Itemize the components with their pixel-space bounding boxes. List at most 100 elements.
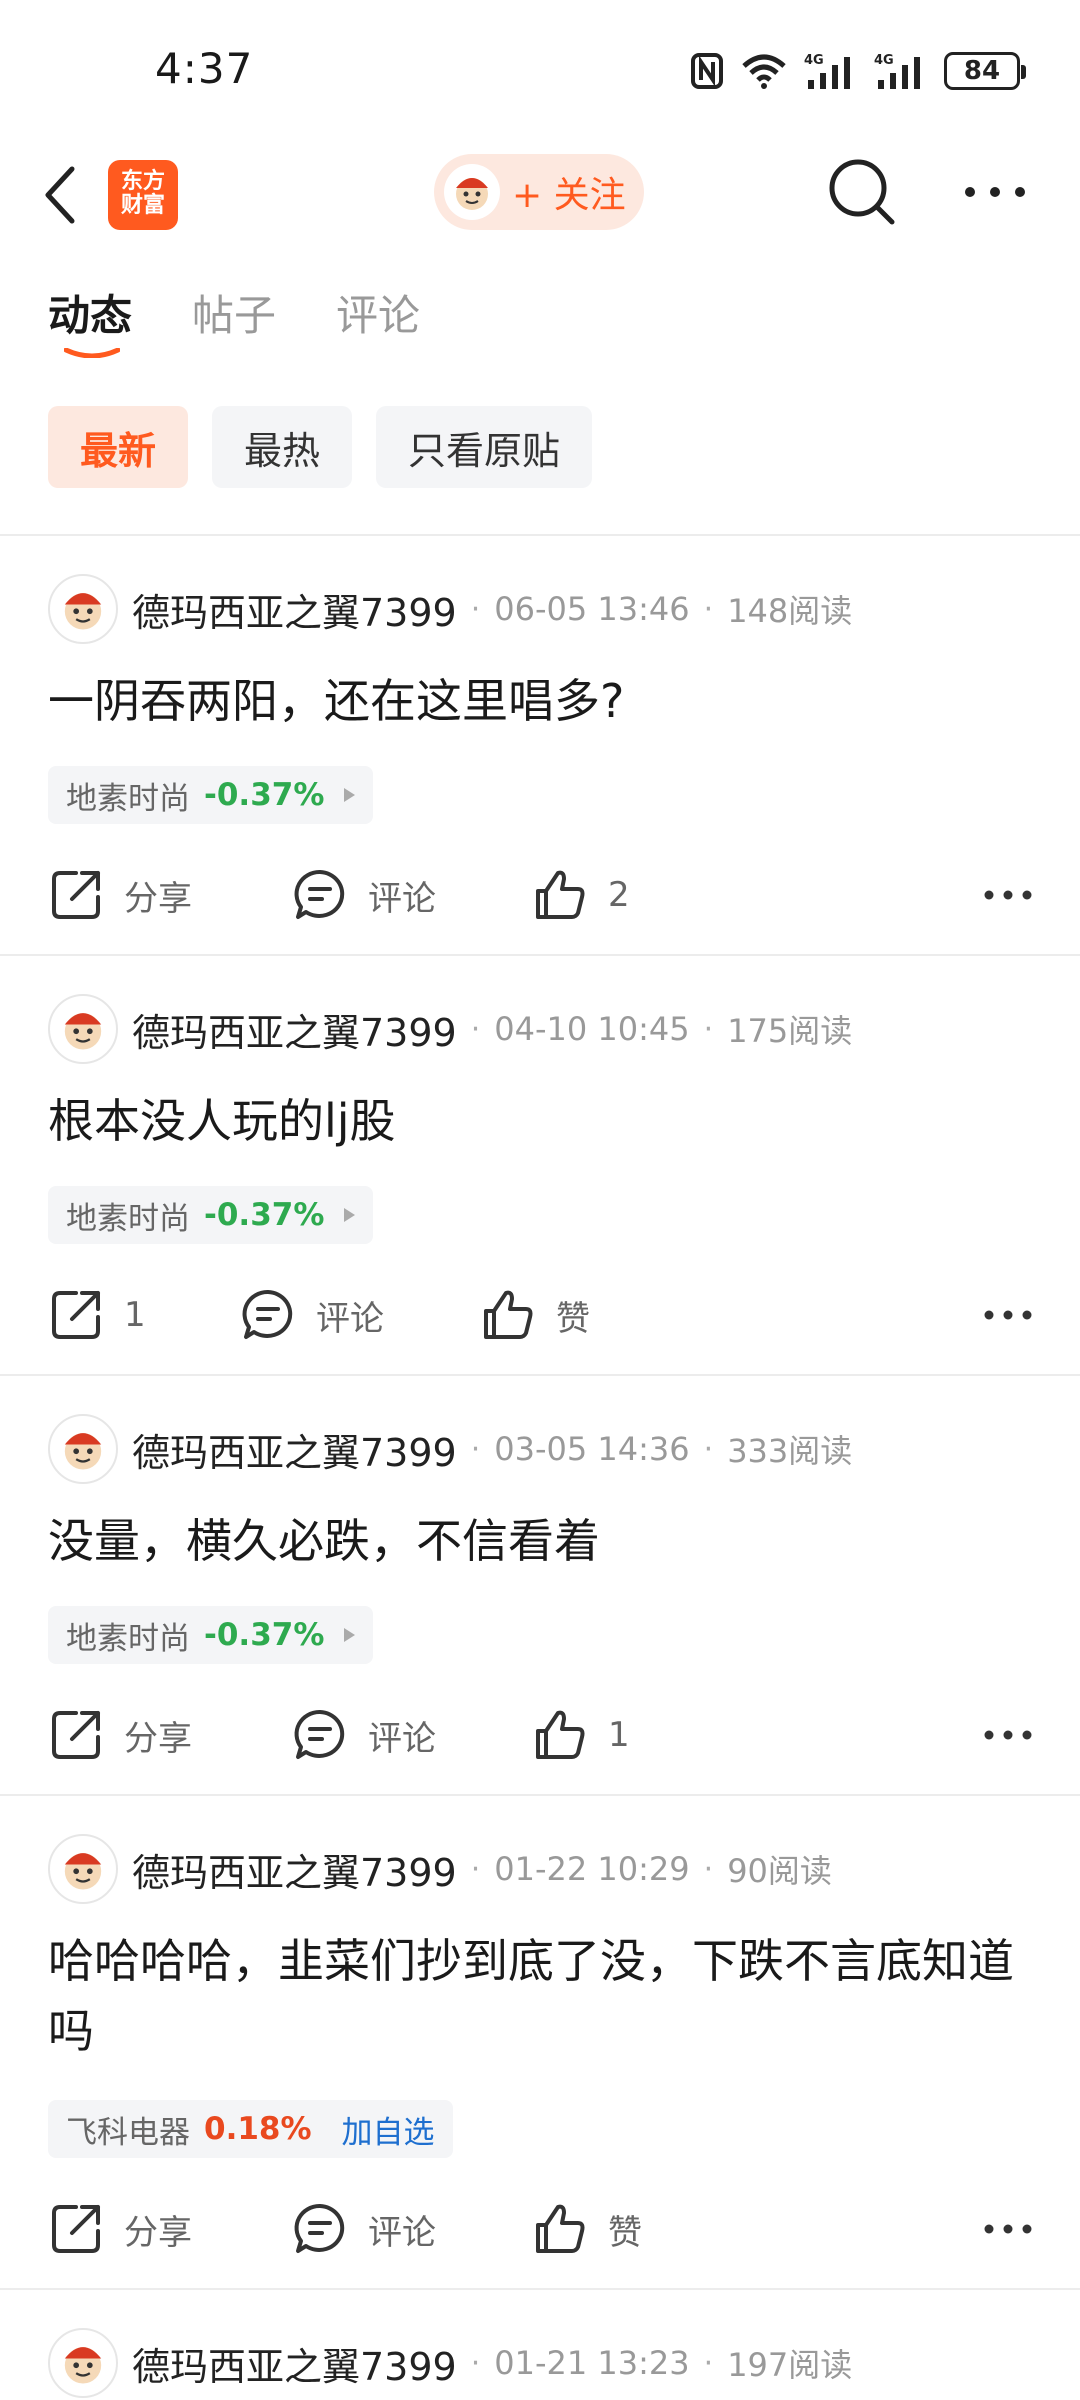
wifi-icon bbox=[742, 54, 786, 89]
add-to-watchlist-button[interactable]: 加自选 bbox=[342, 2107, 435, 2152]
more-horizontal-icon bbox=[984, 1310, 1032, 1320]
mascot-icon bbox=[64, 1433, 102, 1470]
logo-line1: 东方 bbox=[120, 169, 165, 194]
search-button[interactable] bbox=[826, 156, 898, 228]
stock-name: 飞科电器 bbox=[66, 2114, 190, 2151]
filter-bar: 最新 最热 只看原贴 bbox=[48, 406, 593, 488]
comment-button[interactable]: 评论 bbox=[292, 2194, 436, 2264]
like-button[interactable]: 2 bbox=[532, 860, 630, 930]
thumbs-up-icon bbox=[484, 1290, 533, 1339]
read-count: 175阅读 bbox=[727, 1012, 853, 1050]
share-label: 分享 bbox=[124, 1718, 192, 1759]
meta-separator: · bbox=[703, 1011, 714, 1047]
more-horizontal-icon bbox=[984, 2224, 1032, 2234]
comment-label: 评论 bbox=[368, 2212, 436, 2253]
share-button[interactable]: 分享 bbox=[48, 860, 192, 930]
caret-right-icon bbox=[344, 788, 356, 802]
like-button[interactable]: 1 bbox=[532, 1700, 630, 1770]
tab-comments[interactable]: 评论 bbox=[336, 282, 420, 362]
post-feed: 德玛西亚之翼7399 · 06-05 13:46 · 148阅读 一阴吞两阳，还… bbox=[0, 534, 1080, 2400]
thumbs-up-icon bbox=[536, 870, 585, 919]
stock-tag[interactable]: 地素时尚 -0.37% bbox=[48, 1186, 374, 1244]
share-button[interactable]: 1 bbox=[48, 1280, 146, 1350]
comment-label: 评论 bbox=[316, 1298, 384, 1339]
share-icon bbox=[52, 1711, 100, 1759]
share-button[interactable]: 分享 bbox=[48, 1700, 192, 1770]
post-more-button[interactable] bbox=[978, 860, 1038, 930]
username[interactable]: 德玛西亚之翼7399 bbox=[132, 1422, 457, 1477]
stock-tag[interactable]: 地素时尚 -0.37% bbox=[48, 766, 374, 824]
more-menu-button[interactable] bbox=[960, 156, 1030, 228]
post-title[interactable]: 没量，横久必跌，不信看着 bbox=[48, 1506, 1038, 1576]
meta-separator: · bbox=[703, 2345, 714, 2381]
post-more-button[interactable] bbox=[978, 2194, 1038, 2264]
tab-activity[interactable]: 动态 bbox=[48, 282, 132, 362]
app-header: 东方 财富 + 关注 bbox=[0, 140, 1080, 250]
share-icon bbox=[52, 2205, 100, 2253]
meta-separator: · bbox=[703, 1851, 714, 1887]
username[interactable]: 德玛西亚之翼7399 bbox=[132, 2336, 457, 2391]
user-avatar[interactable] bbox=[48, 994, 118, 1064]
username[interactable]: 德玛西亚之翼7399 bbox=[132, 1842, 457, 1897]
post-more-button[interactable] bbox=[978, 1280, 1038, 1350]
post-item[interactable]: 德玛西亚之翼7399 · 03-05 14:36 · 333阅读 没量，横久必跌… bbox=[0, 1376, 1080, 1796]
svg-text:4G: 4G bbox=[874, 53, 894, 68]
filter-latest[interactable]: 最新 bbox=[48, 406, 189, 488]
back-button[interactable] bbox=[42, 162, 92, 228]
comment-label: 评论 bbox=[368, 878, 436, 919]
mascot-icon bbox=[64, 2347, 102, 2384]
user-avatar[interactable] bbox=[48, 2328, 118, 2398]
like-label: 赞 bbox=[608, 2212, 642, 2253]
post-header: 德玛西亚之翼7399 · 04-10 10:45 · 175阅读 bbox=[48, 994, 852, 1064]
post-item[interactable]: 德玛西亚之翼7399 · 01-21 13:23 · 197阅读 bbox=[0, 2290, 1080, 2400]
mascot-icon bbox=[64, 1013, 102, 1050]
user-avatar[interactable] bbox=[48, 574, 118, 644]
post-item[interactable]: 德玛西亚之翼7399 · 06-05 13:46 · 148阅读 一阴吞两阳，还… bbox=[0, 536, 1080, 956]
post-title[interactable]: 一阴吞两阳，还在这里唱多? bbox=[48, 666, 1038, 736]
status-time: 4:37 bbox=[155, 44, 254, 93]
post-header: 德玛西亚之翼7399 · 01-21 13:23 · 197阅读 bbox=[48, 2328, 852, 2398]
meta-separator: · bbox=[470, 2345, 481, 2381]
comment-button[interactable]: 评论 bbox=[292, 860, 436, 930]
read-count: 333阅读 bbox=[727, 1432, 853, 1470]
post-title[interactable]: 哈哈哈哈，韭菜们抄到底了没，下跌不言底知道吗 bbox=[48, 1926, 1038, 2066]
like-button[interactable]: 赞 bbox=[532, 2194, 642, 2264]
post-date: 04-10 10:45 bbox=[494, 1010, 690, 1048]
avatar bbox=[444, 164, 500, 220]
like-button[interactable]: 赞 bbox=[480, 1280, 590, 1350]
mascot-icon bbox=[456, 178, 488, 210]
stock-change: -0.37% bbox=[204, 1197, 325, 1233]
tab-posts[interactable]: 帖子 bbox=[192, 282, 276, 362]
post-actions: 1 评论 赞 bbox=[48, 1280, 1038, 1350]
comment-button[interactable]: 评论 bbox=[292, 1700, 436, 1770]
post-title[interactable]: 根本没人玩的lj股 bbox=[48, 1086, 1038, 1156]
post-more-button[interactable] bbox=[978, 1700, 1038, 1770]
caret-right-icon bbox=[344, 1628, 356, 1642]
post-actions: 分享 评论 赞 bbox=[48, 2194, 1038, 2264]
user-avatar[interactable] bbox=[48, 1834, 118, 1904]
more-horizontal-icon bbox=[984, 890, 1032, 900]
stock-tag[interactable]: 飞科电器 0.18% 加自选 bbox=[48, 2100, 453, 2158]
comment-button[interactable]: 评论 bbox=[240, 1280, 384, 1350]
like-label: 1 bbox=[608, 1715, 630, 1755]
read-count: 197阅读 bbox=[727, 2346, 853, 2384]
tab-active-indicator bbox=[64, 348, 120, 358]
stock-tag[interactable]: 地素时尚 -0.37% bbox=[48, 1606, 374, 1664]
thumbs-up-icon bbox=[536, 2204, 585, 2253]
user-avatar[interactable] bbox=[48, 1414, 118, 1484]
comment-icon bbox=[242, 1289, 293, 1339]
share-button[interactable]: 分享 bbox=[48, 2194, 192, 2264]
filter-hottest[interactable]: 最热 bbox=[212, 406, 353, 488]
comment-icon bbox=[294, 1709, 345, 1759]
username[interactable]: 德玛西亚之翼7399 bbox=[132, 1002, 457, 1057]
post-item[interactable]: 德玛西亚之翼7399 · 04-10 10:45 · 175阅读 根本没人玩的l… bbox=[0, 956, 1080, 1376]
filter-original-only[interactable]: 只看原贴 bbox=[376, 406, 593, 488]
post-item[interactable]: 德玛西亚之翼7399 · 01-22 10:29 · 90阅读 哈哈哈哈，韭菜们… bbox=[0, 1796, 1080, 2290]
follow-button[interactable]: + 关注 bbox=[434, 154, 644, 230]
post-actions: 分享 评论 2 bbox=[48, 860, 1038, 930]
post-date: 01-22 10:29 bbox=[494, 1850, 690, 1888]
stock-change: -0.37% bbox=[204, 1617, 325, 1653]
meta-separator: · bbox=[470, 1851, 481, 1887]
username[interactable]: 德玛西亚之翼7399 bbox=[132, 582, 457, 637]
more-horizontal-icon bbox=[965, 187, 1025, 197]
